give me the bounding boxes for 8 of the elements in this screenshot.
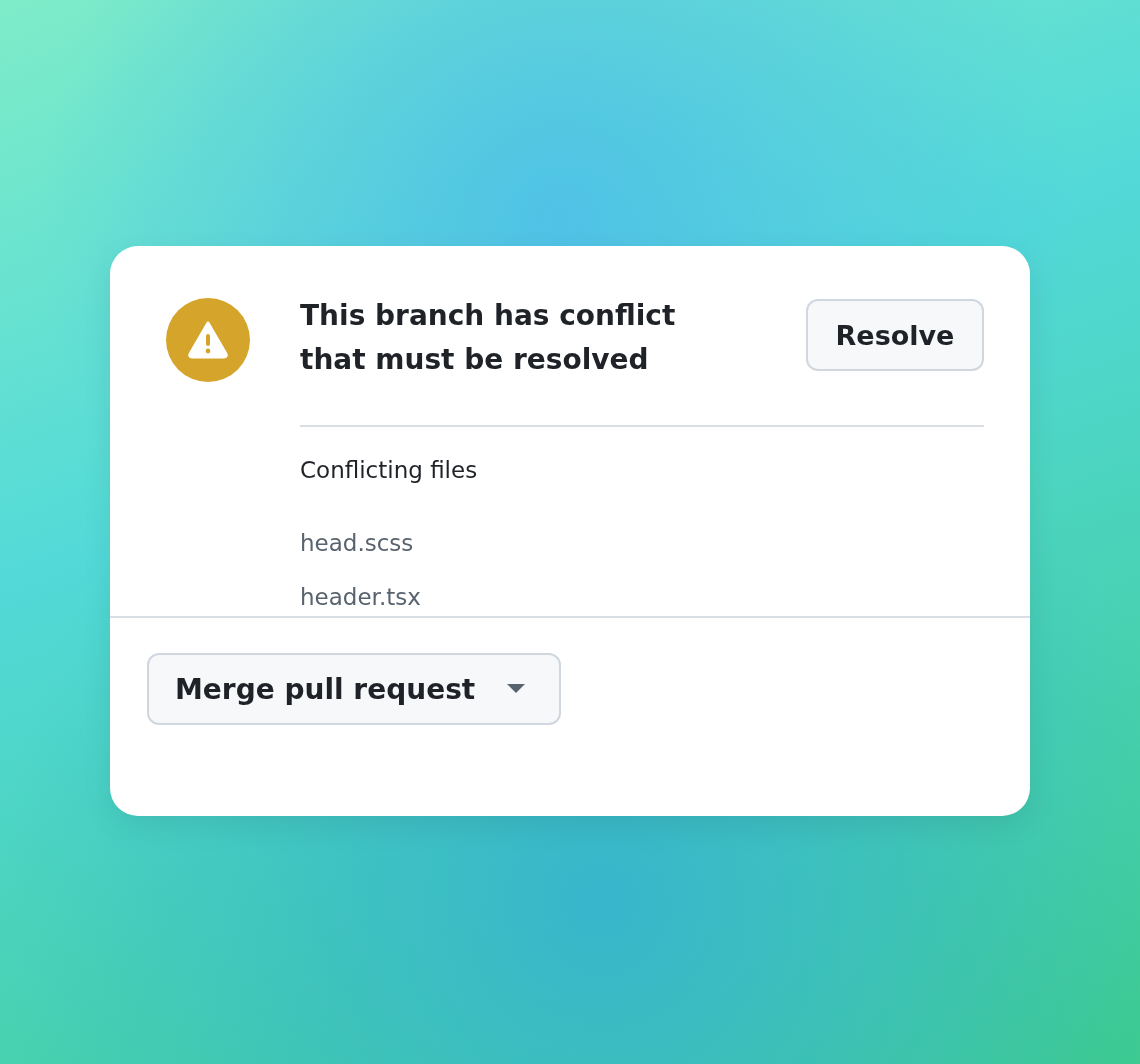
section-heading: Conflicting files	[300, 457, 479, 483]
merge-button[interactable]: Merge pull request	[147, 653, 562, 725]
alert-title: This branch has conflict that must be resolved	[300, 298, 677, 378]
file-name: head.scss	[300, 529, 415, 558]
resolve-button[interactable]: Resolve	[806, 299, 984, 371]
warning-icon	[166, 298, 250, 382]
caret-icon	[507, 684, 526, 694]
file-name: header.tsx	[300, 583, 422, 612]
